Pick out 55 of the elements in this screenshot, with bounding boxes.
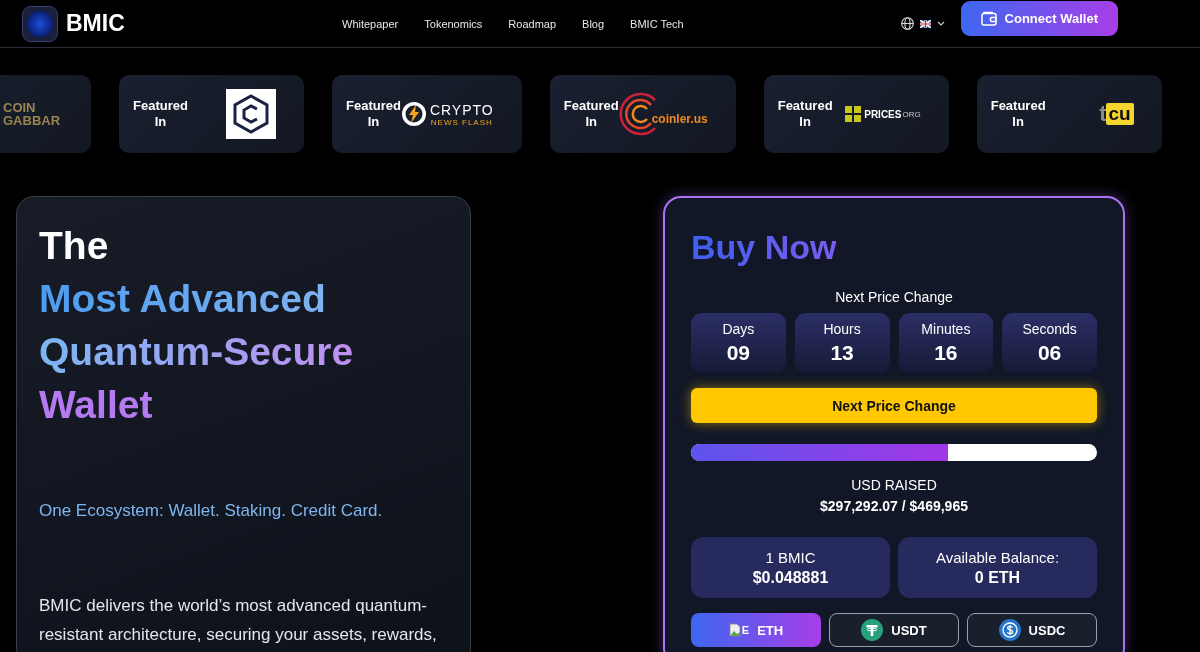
featured-label: Featured In [563,98,619,130]
countdown-value: 06 [1037,341,1062,365]
countdown-value: 16 [934,341,958,365]
featured-label: Featured In [346,98,401,130]
grid-logo-icon [845,106,862,122]
logo-text: ORG [902,109,921,119]
featured-label: Featured In [990,98,1046,130]
broken-image-icon [728,623,741,637]
hero-tagline: One Ecosystem: Wallet. Staking. Credit Card. [39,501,384,521]
info-label: 1 BMIC [765,548,816,566]
featured-label: Featured In [133,98,188,130]
connect-wallet-button[interactable]: Connect Wallet [960,1,1118,36]
flag-icon [919,19,931,28]
currency-tab[interactable]: E ETH [691,613,821,647]
countdown-unit: Days [722,321,755,337]
wallet-icon [980,11,997,26]
brand-name: BMIC [66,10,125,37]
globe-icon [900,17,914,30]
countdown-value: 13 [830,341,854,365]
countdown-value: 09 [726,341,751,365]
featured-label: Featured In [777,98,833,130]
info-label: Available Balance: [935,548,1060,566]
raised-amount: $297,292.07 / $469,965 [819,498,969,514]
nav-link[interactable]: Blog [582,17,605,30]
lightning-bolt-icon [400,101,427,127]
logo-text: NEWS FLASH [430,117,493,127]
countdown-unit: Minutes [921,321,971,337]
nav-link[interactable]: Roadmap [508,17,557,30]
dollar-coin-icon [998,619,1021,641]
info-value: 0 ETH [974,568,1021,587]
hero-description: BMIC delivers the world’s most advanced quantum-resistant architecture, securing your assets, rewards, [39,595,438,646]
hexagon-logo-icon [226,89,276,139]
currency-tab[interactable]: USDC [967,613,1097,647]
countdown-unit: Seconds [1022,321,1077,337]
hero-title: Wallet [39,382,153,428]
nav-link[interactable]: BMIC Tech [630,17,684,30]
image-alt-text: E [741,624,750,636]
currency-tab[interactable]: USDT [829,613,959,647]
chevron-down-icon [936,21,945,26]
raised-label: USD RAISED [850,477,938,493]
tether-icon [861,619,884,641]
countdown-unit: Hours [823,321,861,337]
countdown-label: Next Price Change [834,289,954,305]
logo-text: cu [1105,103,1134,125]
nav-link[interactable]: Whitepaper [342,17,399,30]
hero-title: The [39,223,109,269]
logo-icon [22,5,58,42]
logo-text: t [1099,101,1107,127]
nav-link[interactable]: Tokenomics [424,17,483,30]
logo-text: PRICES [864,108,902,120]
logo-text: CRYPTO [429,101,494,118]
next-price-change-button[interactable]: Next Price Change [691,388,1097,423]
info-value: $0.048881 [752,568,829,587]
logo-text: coinler.us [651,112,708,126]
logo-text: COIN GABBAR [3,101,62,127]
